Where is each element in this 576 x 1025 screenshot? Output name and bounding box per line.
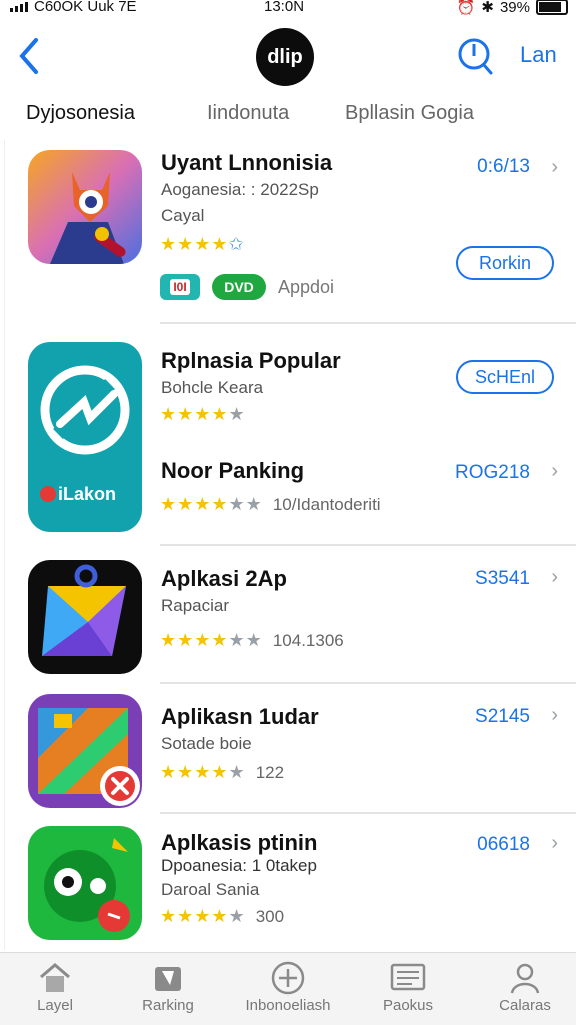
app-title[interactable]: Aplikasn 1udar xyxy=(161,704,319,730)
tabbar-item-ranking[interactable]: Rarking xyxy=(113,961,223,1014)
tabbar-item-add[interactable]: Inbonoeliash xyxy=(233,961,343,1014)
app-icon-caption: iLakon xyxy=(58,484,116,504)
badge-row: I0I DVD Appdoi xyxy=(160,274,334,300)
category-tabs: Dyjosonesia Iindonuta Bpllasin Gogia xyxy=(0,98,576,132)
rating-count: 300 xyxy=(255,907,285,926)
tabbar-label: Inbonoeliash xyxy=(245,997,331,1014)
app-subtitle: Dpoanesia: 1 0takep xyxy=(161,856,317,875)
chevron-right-icon: › xyxy=(551,460,558,482)
carrier-label: C60OK Uuk 7E xyxy=(34,0,137,15)
ranking-button[interactable]: Rorkin xyxy=(456,246,554,280)
app-price: S2145 xyxy=(475,706,530,727)
star-rating: ★★★★★ 122 xyxy=(160,762,285,782)
tab-bpllasin-gogia[interactable]: Bpllasin Gogia xyxy=(345,102,474,125)
badge-tag-text: I0I xyxy=(170,279,190,295)
chevron-right-icon: › xyxy=(551,704,558,726)
app-logo-text: dlip xyxy=(267,45,303,68)
star-rating: ★★★★★★ 10/Idantoderiti xyxy=(160,494,381,514)
chevron-left-icon[interactable] xyxy=(16,36,40,83)
app-subtitle: Rapaciar xyxy=(161,596,230,615)
chevron-right-icon: › xyxy=(551,156,558,178)
tab-dyjosonesia[interactable]: Dyjosonesia xyxy=(26,102,135,125)
battery-percent: 39% xyxy=(499,0,530,16)
app-subtitle: Bohcle Keara xyxy=(161,378,264,397)
search-result-button[interactable]: ScHEnl xyxy=(456,360,554,394)
app-price: S3541 xyxy=(475,568,530,589)
app-icon-sync[interactable]: iLakon xyxy=(28,342,142,532)
star-rating: ★★★★★★ 104.1306 xyxy=(160,630,344,650)
rating-count: 104.1306 xyxy=(272,631,344,650)
app-category: Daroal Sania xyxy=(161,880,260,899)
app-category: Cayal xyxy=(161,206,205,225)
star-rating: ★★★★★ xyxy=(160,404,246,424)
plus-circle-icon xyxy=(271,961,305,995)
battery-icon xyxy=(536,0,568,15)
app-title[interactable]: Aplkasi 2Ap xyxy=(161,566,287,592)
status-bar: C60OK Uuk 7E 13:0N ⏰ ✱ 39% xyxy=(0,0,576,20)
app-icon-monster[interactable] xyxy=(28,826,142,940)
tabbar-item-home[interactable]: Layel xyxy=(0,961,110,1014)
tabbar-label: Layel xyxy=(37,997,73,1014)
app-title[interactable]: Uyant Lnnonisia xyxy=(161,150,332,176)
tabbar-label: Calaras xyxy=(499,997,551,1014)
row-divider xyxy=(160,682,576,684)
row-divider xyxy=(160,322,576,324)
badge-tag-icon: I0I xyxy=(160,274,200,300)
app-subtitle: Sotade boie xyxy=(161,734,252,753)
tabbar-label: Paokus xyxy=(382,997,434,1014)
language-button[interactable]: Lan xyxy=(520,42,557,68)
navigation-bar: dlip Lan xyxy=(0,24,576,88)
app-price: 06618 xyxy=(477,834,530,855)
chevron-right-icon: › xyxy=(551,566,558,588)
list-icon xyxy=(390,963,426,991)
ranking-icon xyxy=(155,967,181,991)
app-price: ROG218 xyxy=(455,462,530,483)
app-icon-folder[interactable] xyxy=(28,694,142,808)
app-title[interactable]: Aplkasis ptinin xyxy=(161,830,317,856)
row-divider xyxy=(160,544,576,546)
profile-icon xyxy=(510,963,540,994)
tabbar-item-list[interactable]: Paokus xyxy=(353,961,463,1014)
app-icon-shopping-bag[interactable] xyxy=(28,560,142,674)
app-badge-label: Appdoi xyxy=(278,276,335,297)
app-subtitle: Aoganesia: : 2022Sp xyxy=(161,180,319,199)
home-icon xyxy=(40,963,70,992)
star-rating: ★★★★★ 300 xyxy=(160,906,285,926)
app-price: 0:6/13 xyxy=(477,156,530,177)
app-icon-fox[interactable] xyxy=(28,150,142,264)
star-rating: ★★★★✩ xyxy=(160,234,245,254)
tabbar-item-profile[interactable]: Calaras xyxy=(470,961,576,1014)
search-icon[interactable] xyxy=(458,36,494,81)
app-title[interactable]: Rplnasia Popular xyxy=(161,348,341,374)
rating-count: 10/Idantoderiti xyxy=(272,495,381,514)
rating-count: 122 xyxy=(255,763,285,782)
bottom-tab-bar: Layel Rarking Inbonoeliash Paokus Calara… xyxy=(0,952,576,1025)
bluetooth-icon: ✱ xyxy=(481,0,494,16)
dvd-badge: DVD xyxy=(212,274,266,300)
chevron-right-icon: › xyxy=(551,832,558,854)
clock: 13:0N xyxy=(264,0,305,15)
app-title[interactable]: Noor Panking xyxy=(161,458,304,484)
signal-icon xyxy=(10,1,28,12)
tab-iindonuta[interactable]: Iindonuta xyxy=(207,102,289,125)
tabbar-label: Rarking xyxy=(142,997,194,1014)
row-divider xyxy=(160,812,576,814)
left-edge-divider xyxy=(4,140,5,950)
app-logo: dlip xyxy=(256,28,314,86)
alarm-icon: ⏰ xyxy=(456,0,476,16)
